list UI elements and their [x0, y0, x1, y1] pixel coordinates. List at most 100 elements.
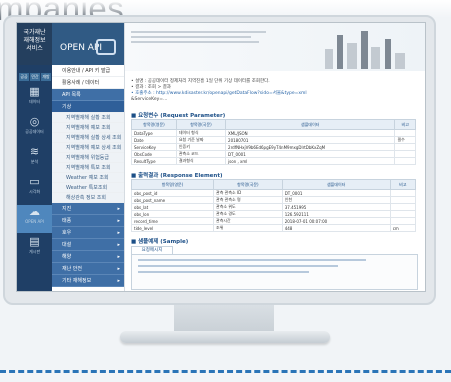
- sample-code-box: [131, 254, 418, 290]
- table-row: ObsCode 관측소 코드 DT_0001: [131, 150, 416, 158]
- table-cell: 결과형식: [175, 157, 227, 165]
- table-cell: 126.592111: [281, 210, 391, 218]
- table-cell: 요청 기준 날짜: [175, 136, 227, 144]
- table-cell: tide_level: [130, 224, 215, 232]
- sidebar-label: 시각화: [28, 189, 41, 194]
- layers-icon: ≋: [29, 145, 40, 158]
- table-row: ServiceKey 인증키 2rdfNHxjV9b6Ed6pgE9yT4nM9mx…: [131, 143, 416, 151]
- table-cell: 관측 관측소 명: [213, 196, 283, 204]
- menu-item[interactable]: 해상관측 정보 조회: [52, 193, 124, 203]
- table-cell: 데이터 형식: [175, 129, 227, 137]
- sidebar-tabs: 공공 민간 개방: [19, 73, 51, 81]
- table-row: obs_post_id 관측 관측소 ID DT_0001: [130, 189, 417, 197]
- sidebar-item-data[interactable]: ▦ 데이터: [17, 85, 52, 113]
- sidebar-item-visual[interactable]: ▭ 시각화: [17, 175, 52, 203]
- sidebar-item-public[interactable]: ◎ 공공데이터: [17, 115, 52, 143]
- table-cell: DataType: [131, 129, 177, 137]
- menu-item[interactable]: 지역별재해 특보 조회: [52, 163, 124, 173]
- screen-icon: [96, 39, 116, 55]
- table-cell: [394, 129, 416, 137]
- chevron-right-icon: ▸: [117, 266, 120, 272]
- table-row: record_time 관측시간 2018-07-01 00:07:00: [130, 217, 417, 225]
- site-logo[interactable]: 국가재난 재해정보 서비스: [17, 23, 52, 65]
- menu-item[interactable]: 지진 ▸: [52, 203, 124, 215]
- table-cell: obs_post_id: [130, 189, 215, 197]
- column-header: 비고: [389, 179, 417, 190]
- globe-icon: ◎: [29, 115, 40, 128]
- table-cell: 20180701: [225, 136, 396, 144]
- table-cell: [389, 196, 417, 204]
- menu-item[interactable]: 지역별재해 실황 상세 조회: [52, 133, 124, 143]
- request-section-title: ■ 요청변수 (Request Parameter): [131, 113, 226, 119]
- chevron-right-icon: ▸: [117, 218, 120, 224]
- table-cell: 관측소 경도: [213, 210, 283, 218]
- sample-section-title: ■ 샘플예제 (Sample): [131, 239, 189, 245]
- response-section-title: ■ 출력결과 (Response Element): [131, 173, 223, 179]
- table-cell: [394, 157, 416, 165]
- column-header: 샘플데이터: [225, 119, 396, 130]
- chevron-right-icon: ▸: [117, 242, 120, 248]
- monitor-base: [120, 331, 330, 343]
- response-table: 항목명(영문) 항목명(국문) 샘플데이터 비고 obs_post_id 관측 관측소 …: [130, 179, 417, 232]
- menu-item[interactable]: 해양 ▸: [52, 251, 124, 263]
- table-cell: 관측 관측소 ID: [213, 189, 283, 197]
- banner-text-block: [131, 31, 281, 46]
- table-cell: cm: [389, 224, 417, 232]
- table-cell: 37.451995: [281, 203, 391, 211]
- sidebar-label: 공공데이터: [25, 129, 44, 134]
- table-cell: [389, 217, 417, 225]
- sidebar-item-openapi[interactable]: ☁ OPEN API: [17, 205, 52, 233]
- table-cell: obs_post_name: [130, 196, 215, 204]
- sidebar-tab-2[interactable]: 민간: [30, 73, 40, 81]
- menu-item[interactable]: 기타 재해정보 ▸: [52, 275, 124, 287]
- sidebar-tab-1[interactable]: 공공: [19, 73, 29, 81]
- menu-item[interactable]: 재난 안전 ▸: [52, 263, 124, 275]
- menu-item[interactable]: 지역별재해 예보 상세 조회: [52, 143, 124, 153]
- table-cell: [394, 150, 416, 158]
- monitor-frame: 국가재난 재해정보 서비스 공공 민간 개방 ▦ 데이터 ◎ 공공데이터 ≋ 분석 ▭…: [3, 15, 436, 305]
- menu-item[interactable]: 지역별재해 실황 조회: [52, 113, 124, 123]
- table-cell: 인증키: [175, 143, 227, 151]
- menu-item[interactable]: 태풍 ▸: [52, 215, 124, 227]
- doc-icon: ▤: [29, 235, 40, 248]
- main-content: • 설명 : 공공데이터 정제처리 지역진흥 1일 단위 기상 데이터를 조회한…: [125, 23, 425, 291]
- table-row: DataType 데이터 형식 XML/JSON: [131, 129, 416, 137]
- table-row: obs_lat 관측소 위도 37.451995: [130, 203, 417, 211]
- table-cell: DT_0001: [225, 150, 396, 158]
- menu-item[interactable]: 지역별재해 예보 조회: [52, 123, 124, 133]
- menu-item[interactable]: 이용안내 / API 키 발급: [52, 65, 124, 77]
- table-cell: [394, 143, 416, 151]
- table-cell: record_time: [130, 217, 215, 225]
- table-cell: [389, 189, 417, 197]
- table-row: ResultType 결과형식 json , xml: [131, 157, 416, 165]
- column-header: 샘플데이터: [281, 179, 391, 190]
- menu-item[interactable]: Weather 특보조회: [52, 183, 124, 193]
- service-line: &ServiceKey=...: [131, 97, 168, 102]
- dashed-divider: [0, 370, 451, 373]
- table-row: obs_lon 관측소 경도 126.592111: [130, 210, 417, 218]
- column-header: 항목명(국문): [175, 119, 227, 130]
- menu-item[interactable]: 활용사례 / 데이터: [52, 77, 124, 89]
- menu-item[interactable]: API 목록: [52, 89, 124, 101]
- icon-sidebar: 국가재난 재해정보 서비스 공공 민간 개방 ▦ 데이터 ◎ 공공데이터 ≋ 분석 ▭…: [17, 23, 52, 291]
- table-cell: [389, 210, 417, 218]
- menu-item[interactable]: 지역별재해 위험등급: [52, 153, 124, 163]
- column-header: 항목명(영문): [130, 179, 215, 190]
- table-cell: ResultType: [131, 157, 177, 165]
- sidebar-tab-3[interactable]: 개방: [41, 73, 51, 81]
- table-cell: 2018-07-01 00:07:00: [281, 217, 391, 225]
- table-row: tide_level 조위 448 cm: [130, 224, 417, 232]
- menu-item[interactable]: 기상: [52, 101, 124, 113]
- menu-item[interactable]: Weather 예보 조회: [52, 173, 124, 183]
- chevron-right-icon: ▸: [117, 230, 120, 236]
- menu-item[interactable]: 대설 ▸: [52, 239, 124, 251]
- menu-item[interactable]: 호우 ▸: [52, 227, 124, 239]
- monitor-icon: ▭: [29, 175, 40, 188]
- sidebar-item-board[interactable]: ▤ 게시판: [17, 235, 52, 263]
- sidebar-item-analysis[interactable]: ≋ 분석: [17, 145, 52, 173]
- column-header: 항목명(국문): [213, 179, 283, 190]
- banner: [125, 23, 425, 71]
- grid-icon: ▦: [29, 85, 40, 98]
- service-description: • 설명 : 공공데이터 정제처리 지역진흥 1일 단위 기상 데이터를 조회한…: [131, 79, 391, 103]
- table-cell: ServiceKey: [131, 143, 177, 151]
